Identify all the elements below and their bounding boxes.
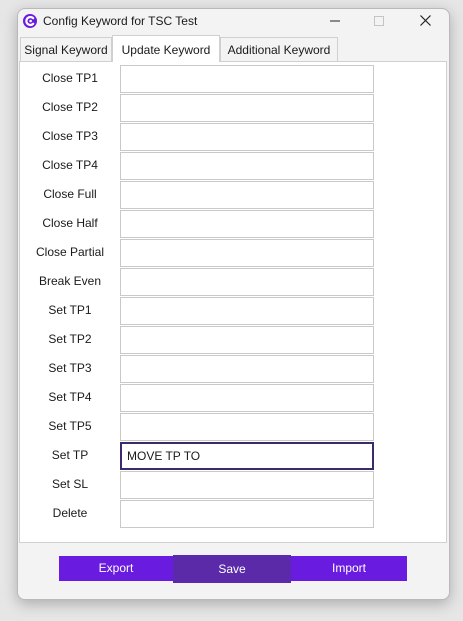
set-tp-input[interactable]: [120, 442, 374, 470]
maximize-button[interactable]: [357, 9, 401, 33]
export-button[interactable]: Export: [59, 556, 173, 581]
field-row-set-tp5: Set TP5: [20, 412, 446, 441]
field-row-delete: Delete: [20, 499, 446, 528]
close-tp1-input[interactable]: [120, 65, 374, 93]
field-label: Set SL: [51, 477, 89, 491]
minimize-icon: [330, 14, 340, 29]
field-row-break-even: Break Even: [20, 267, 446, 296]
field-row-close-partial: Close Partial: [20, 238, 446, 267]
keyword-tabs: Signal Keyword Update Keyword Additional…: [20, 35, 447, 62]
tab-additional-keyword[interactable]: Additional Keyword: [220, 37, 338, 61]
save-button[interactable]: Save: [173, 555, 291, 583]
field-row-close-tp1: Close TP1: [20, 64, 446, 93]
close-button[interactable]: [403, 9, 447, 33]
set-tp1-input[interactable]: [120, 297, 374, 325]
field-row-close-tp4: Close TP4: [20, 151, 446, 180]
field-label: Set TP2: [48, 332, 92, 346]
field-label: Close TP3: [42, 129, 98, 143]
field-label: Set TP: [51, 448, 89, 462]
field-label: Close Half: [42, 216, 98, 230]
field-label: Close TP4: [42, 158, 98, 172]
config-keyword-window: Config Keyword for TSC Test Signal Keywo…: [17, 8, 450, 600]
close-partial-input[interactable]: [120, 239, 374, 267]
field-label: Set TP1: [48, 303, 92, 317]
import-button[interactable]: Import: [291, 556, 407, 581]
field-label: Delete: [52, 506, 88, 520]
field-label: Close Full: [43, 187, 97, 201]
field-label: Set TP4: [48, 390, 92, 404]
update-keyword-panel: Close TP1 Close TP2 Close TP3 Close TP4 …: [19, 61, 447, 543]
field-label: Close TP2: [42, 100, 98, 114]
title-bar[interactable]: Config Keyword for TSC Test: [18, 9, 449, 33]
field-label: Set TP5: [48, 419, 92, 433]
set-tp5-input[interactable]: [120, 413, 374, 441]
set-tp3-input[interactable]: [120, 355, 374, 383]
tab-update-keyword[interactable]: Update Keyword: [112, 35, 220, 62]
minimize-button[interactable]: [313, 9, 357, 33]
field-row-close-half: Close Half: [20, 209, 446, 238]
set-tp2-input[interactable]: [120, 326, 374, 354]
close-full-input[interactable]: [120, 181, 374, 209]
set-tp4-input[interactable]: [120, 384, 374, 412]
field-row-close-tp2: Close TP2: [20, 93, 446, 122]
field-row-set-tp4: Set TP4: [20, 383, 446, 412]
set-sl-input[interactable]: [120, 471, 374, 499]
maximize-icon: [374, 14, 384, 29]
app-logo-icon: [22, 13, 38, 29]
field-row-close-tp3: Close TP3: [20, 122, 446, 151]
close-tp4-input[interactable]: [120, 152, 374, 180]
field-row-set-tp3: Set TP3: [20, 354, 446, 383]
action-footer: Export Save Import: [18, 544, 449, 599]
field-row-set-sl: Set SL: [20, 470, 446, 499]
close-tp2-input[interactable]: [120, 94, 374, 122]
field-label: Close Partial: [35, 245, 105, 259]
field-row-set-tp1: Set TP1: [20, 296, 446, 325]
break-even-input[interactable]: [120, 268, 374, 296]
close-tp3-input[interactable]: [120, 123, 374, 151]
field-label: Break Even: [38, 274, 102, 288]
field-label: Set TP3: [48, 361, 92, 375]
window-title: Config Keyword for TSC Test: [43, 14, 198, 28]
close-half-input[interactable]: [120, 210, 374, 238]
field-row-close-full: Close Full: [20, 180, 446, 209]
field-row-set-tp2: Set TP2: [20, 325, 446, 354]
close-icon: [419, 14, 431, 29]
delete-input[interactable]: [120, 500, 374, 528]
tab-signal-keyword[interactable]: Signal Keyword: [20, 37, 112, 61]
field-row-set-tp: Set TP: [20, 441, 446, 470]
field-label: Close TP1: [42, 71, 98, 85]
